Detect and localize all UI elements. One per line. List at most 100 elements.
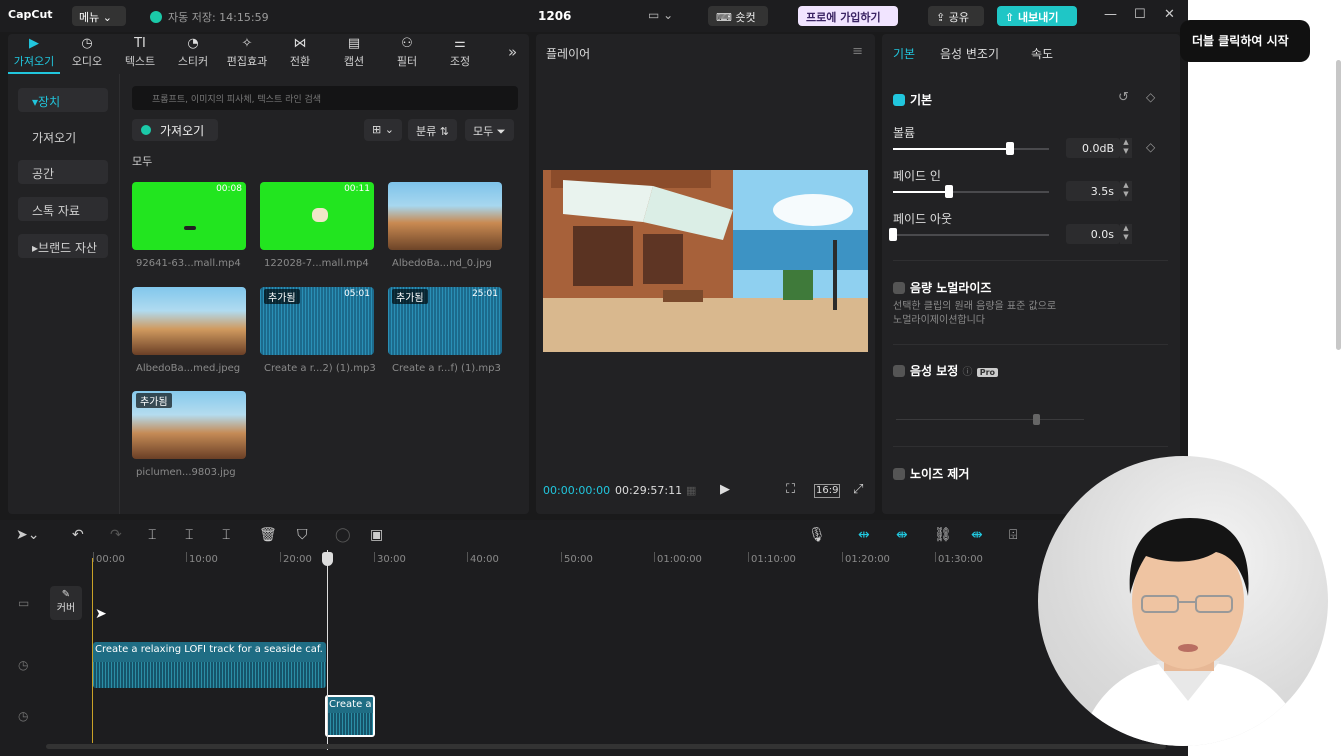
shortcut-button[interactable]: ⌨ 숏컷 [708, 6, 768, 26]
media-sidebar: ▾장치 가져오기 공간 스톡 자료 ▸브랜드 자산 [8, 74, 120, 514]
media-name: Create a r...2) (1).mp3 [264, 363, 376, 374]
tab-basic[interactable]: 기본 [893, 45, 915, 62]
more-tabs-icon[interactable]: » [508, 43, 517, 61]
timeline[interactable]: 00:00 10:00 20:00 30:00 40:00 50:00 01:0… [0, 550, 1188, 756]
view-mode-button[interactable]: ⊞ ⌄ [364, 119, 402, 141]
microphone-icon[interactable]: 🎙 [808, 527, 826, 543]
pro-join-button[interactable]: 프로에 가입하기 [798, 6, 898, 26]
desc-line: 선택한 클립의 원래 음량을 표준 값으로 [893, 301, 1057, 312]
check-circle-icon [150, 11, 162, 23]
fit-screen-icon[interactable]: ⛶ [786, 482, 795, 497]
fade-in-thumb[interactable] [945, 185, 954, 198]
info-icon[interactable]: ⓘ [963, 367, 973, 378]
link-icon[interactable]: ⛓ [934, 527, 952, 543]
checkbox-unchecked-icon[interactable] [893, 365, 905, 377]
plus-icon [141, 125, 151, 135]
volume-slider[interactable] [893, 142, 1049, 155]
media-search-input[interactable]: 프롬프트, 이미지의 피사체, 텍스트 라인 검색 [132, 86, 518, 110]
sidebar-item-import[interactable]: 가져오기 [18, 124, 108, 148]
volume-thumb[interactable] [1006, 142, 1014, 155]
tab-sticker[interactable]: ◔ 스티커 [169, 36, 217, 69]
fade-out-slider[interactable] [889, 228, 1049, 241]
keyframe-icon[interactable]: ◇ [1146, 90, 1155, 104]
auto-snap-icon[interactable]: ⇼ [896, 527, 908, 543]
fade-out-thumb[interactable] [889, 228, 897, 241]
tab-audio[interactable]: ◷ 오디오 [63, 36, 111, 69]
tab-effects[interactable]: ✧ 편집효과 [223, 36, 271, 69]
normalize-header[interactable]: 음량 노멀라이즈 [893, 279, 991, 296]
split-right-icon[interactable]: ⌶ [222, 527, 230, 543]
caption-track-icon[interactable]: ⌹ [1009, 527, 1017, 543]
menu-button[interactable]: 메뉴 ⌄ [72, 6, 126, 26]
ruler-tick [654, 552, 655, 562]
ruler-tick [842, 552, 843, 562]
audio-waveform [93, 662, 326, 688]
project-title[interactable]: 1206 [538, 9, 571, 23]
tab-speed[interactable]: 속도 [1031, 45, 1053, 62]
delete-icon[interactable]: 🗑 [259, 527, 277, 543]
fade-in-slider[interactable] [893, 185, 1049, 198]
keyframe-icon[interactable]: ◇ [1146, 140, 1155, 154]
maximize-icon[interactable]: ☐ [1134, 7, 1146, 22]
tab-import[interactable]: ▶ 가져오기 [10, 36, 58, 69]
tab-transition[interactable]: ⋈ 전환 [276, 36, 324, 69]
tab-label: 스티커 [177, 55, 209, 68]
checkbox-unchecked-icon[interactable] [893, 468, 905, 480]
capcut-window: CapCut 메뉴 ⌄ 자동 저장: 14:15:59 1206 ▭ ⌄ ⌨ 숏… [0, 0, 1188, 756]
select-tool-icon[interactable]: ➤⌄ [16, 527, 39, 543]
volume-value[interactable]: 0.0dB [1066, 138, 1120, 158]
audio-clip-selected[interactable]: Create a [325, 695, 375, 737]
playhead-handle[interactable] [322, 552, 333, 566]
preview-axis-icon[interactable]: ⇼ [971, 527, 983, 543]
sidebar-item-brand[interactable]: ▸브랜드 자산 [18, 234, 108, 258]
grid-icon[interactable]: ▦ [686, 484, 696, 497]
play-icon[interactable]: ▶ [720, 482, 730, 497]
sort-button[interactable]: 분류 ⇅ [408, 119, 457, 141]
tab-adjust[interactable]: ⚌ 조정 [436, 36, 484, 69]
page-scrollbar[interactable] [1336, 60, 1341, 350]
import-button[interactable]: 가져오기 [132, 119, 218, 141]
share-button[interactable]: ⇪ 공유 [928, 6, 984, 26]
stepper-icon[interactable]: ▲ ▼ [1120, 138, 1132, 158]
sidebar-item-space[interactable]: 공간 [18, 160, 108, 184]
menu-icon[interactable]: ≡ [852, 44, 863, 59]
main-track-magnet-icon[interactable]: ⇹ [858, 527, 870, 543]
basic-section-header[interactable]: 기본 [893, 91, 932, 108]
stepper-icon[interactable]: ▲ ▼ [1120, 181, 1132, 201]
filter-button[interactable]: 모두 ⏷ [465, 119, 514, 141]
tab-caption[interactable]: ▤ 캡션 [330, 36, 378, 69]
mark-icon[interactable]: ⛉ [297, 527, 308, 543]
tab-text[interactable]: TI 텍스트 [116, 36, 164, 69]
reset-icon[interactable]: ↺ [1118, 90, 1129, 105]
stepper-icon[interactable]: ▲ ▼ [1120, 224, 1132, 244]
media-name: 122028-7...mall.mp4 [264, 258, 369, 269]
fullscreen-icon[interactable]: ⤢ [853, 482, 863, 497]
sidebar-item-stock[interactable]: 스톡 자료 [18, 197, 108, 221]
tab-filter[interactable]: ⚇ 필터 [383, 36, 431, 69]
minimize-icon[interactable]: — [1104, 7, 1117, 22]
timeline-scrollbar[interactable] [46, 744, 1166, 749]
tab-voice-changer[interactable]: 음성 변조기 [940, 45, 999, 62]
feature-tabs: ▶ 가져오기 ◷ 오디오 TI 텍스트 ◔ 스티커 ✧ 편집효과 ⋈ 전환 ▤ 캡션 ⚇ 필터 … [8, 34, 529, 74]
undo-icon[interactable]: ↶ [72, 527, 84, 543]
close-icon[interactable]: ✕ [1164, 7, 1175, 22]
fade-out-value[interactable]: 0.0s [1066, 224, 1120, 244]
preview-canvas[interactable] [543, 170, 868, 352]
cover-button[interactable]: ✎ 커버 [50, 586, 82, 620]
audio-clip[interactable]: Create a relaxing LOFI track for a seasi… [93, 642, 326, 688]
noise-reduction-header[interactable]: 노이즈 제거 [893, 465, 969, 482]
ruler-label: 10:00 [189, 554, 218, 565]
sidebar-item-device[interactable]: ▾장치 [18, 88, 108, 112]
playhead[interactable] [327, 550, 328, 750]
pro-feature-icon[interactable]: ▣ [370, 527, 383, 543]
adjust-icon: ⚌ [454, 36, 466, 51]
export-button[interactable]: ⇧ 내보내기 [997, 6, 1077, 26]
layout-icon[interactable]: ▭ ⌄ [648, 8, 673, 22]
split-icon[interactable]: ⌶ [148, 527, 156, 543]
voice-enhance-header[interactable]: 음성 보정 ⓘ Pro [893, 362, 999, 379]
checkbox-checked-icon[interactable] [893, 94, 905, 106]
aspect-ratio-button[interactable]: 16:9 [814, 484, 841, 498]
fade-in-value[interactable]: 3.5s [1066, 181, 1120, 201]
split-left-icon[interactable]: ⌶ [185, 527, 193, 543]
checkbox-unchecked-icon[interactable] [893, 282, 905, 294]
